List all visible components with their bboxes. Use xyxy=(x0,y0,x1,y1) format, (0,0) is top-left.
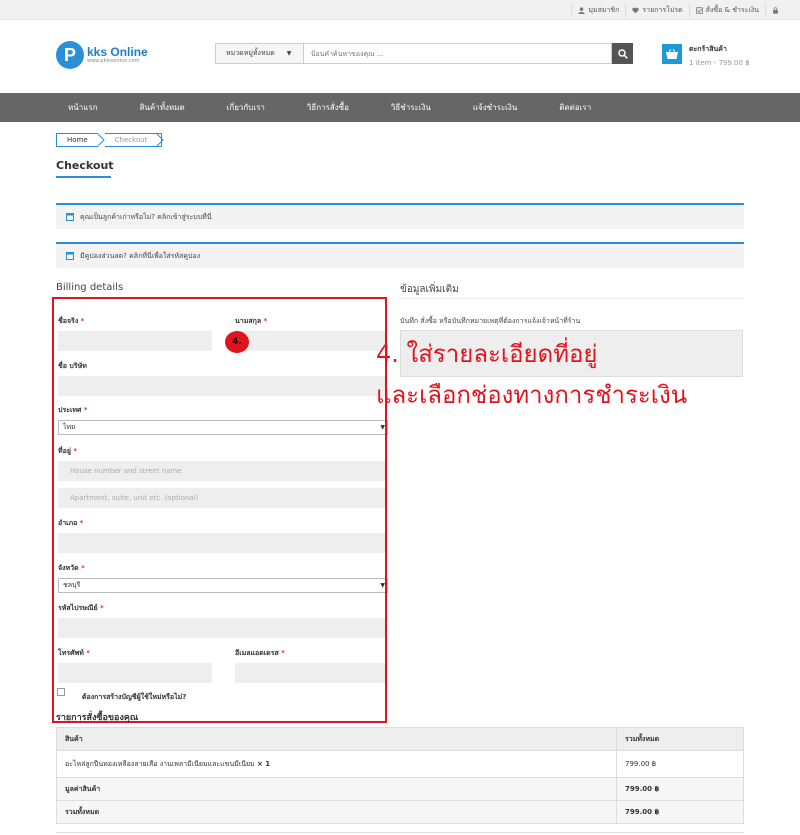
additional-divider xyxy=(400,298,744,299)
member-link-label: มุมสมาชิก xyxy=(588,5,620,14)
billing-heading: Billing details xyxy=(56,282,124,293)
order-heading: รายการสั่งซื้อของคุณ xyxy=(56,713,139,723)
total-label: รวมทั้งหมด xyxy=(56,800,617,824)
basket-icon xyxy=(666,48,678,59)
table-header-row: สินค้า รวมทั้งหมด xyxy=(56,727,744,751)
breadcrumb-arrow-end xyxy=(156,133,165,147)
heart-icon xyxy=(632,7,640,13)
logo-brand: kks Online xyxy=(87,45,148,59)
title-underline xyxy=(56,176,111,178)
nav-how-to-order[interactable]: วิธีการสั่งซื้อ xyxy=(307,101,349,114)
cart-button[interactable] xyxy=(662,44,682,64)
coupon-notice-text[interactable]: มีคูปองส่วนลด? คลิกที่นี่เพื่อใส่รหัสคูป… xyxy=(80,251,200,262)
breadcrumb: Home Checkout xyxy=(56,133,165,147)
table-row: มูลค่าสินค้า 799.00 ฿ xyxy=(56,777,744,801)
category-select[interactable]: หมวดหมู่ทั้งหมด ▼ xyxy=(215,43,304,64)
order-item-qty: × 1 xyxy=(256,759,271,768)
nav-all-products[interactable]: สินค้าทั้งหมด xyxy=(140,101,185,114)
main-nav: หน้าแรก สินค้าทั้งหมด เกี่ยวกับเรา วิธีก… xyxy=(0,93,800,122)
cart-title: ตะกร้าสินค้า xyxy=(689,45,727,53)
search-button[interactable] xyxy=(612,43,633,64)
checkbox-icon xyxy=(695,6,703,14)
table-row: อะไหล่ลูกปืนทองเหลืองลายเสือ งานเพลามีเน… xyxy=(56,750,744,778)
breadcrumb-current: Checkout xyxy=(104,133,163,147)
additional-heading: ข้อมูลเพิ่มเติม xyxy=(400,284,459,295)
search-icon xyxy=(617,48,628,59)
top-bar: มุมสมาชิก รายการโปรด สั่งซื้อ & ชำระเงิน xyxy=(0,0,800,20)
nav-contact[interactable]: ติดต่อเรา xyxy=(559,101,591,114)
site-logo[interactable]: P kks Online www.pkksonline.com xyxy=(56,41,148,69)
checkout-link[interactable]: สั่งซื้อ & ชำระเงิน xyxy=(688,3,765,17)
member-link[interactable]: มุมสมาชิก xyxy=(571,3,625,17)
annotation-line2: และเลือกช่องทางการชำระเงิน xyxy=(376,381,688,409)
window-icon xyxy=(66,252,74,260)
breadcrumb-arrow xyxy=(96,133,105,147)
site-header: P kks Online www.pkksonline.com หมวดหมู่… xyxy=(0,21,800,93)
checkout-link-label: สั่งซื้อ & ชำระเงิน xyxy=(705,5,759,14)
subtotal-label: มูลค่าสินค้า xyxy=(56,777,617,801)
col-total: รวมทั้งหมด xyxy=(616,727,744,751)
nav-about[interactable]: เกี่ยวกับเรา xyxy=(227,101,265,114)
order-item-price: 799.00 ฿ xyxy=(616,750,744,778)
logo-url: www.pkksonline.com xyxy=(87,58,140,64)
lock-icon xyxy=(773,6,778,14)
mini-cart[interactable]: ตะกร้าสินค้า 1 item - 799.00 ฿ xyxy=(662,44,750,67)
table-row: รวมทั้งหมด 799.00 ฿ xyxy=(56,800,744,824)
caret-down-icon: ▼ xyxy=(286,50,292,57)
logo-mark: P xyxy=(56,41,84,69)
coupon-notice[interactable]: มีคูปองส่วนลด? คลิกที่นี่เพื่อใส่รหัสคูป… xyxy=(56,242,744,268)
col-product: สินค้า xyxy=(56,727,617,751)
cart-summary: 1 item - 799.00 ฿ xyxy=(689,59,750,67)
wishlist-link[interactable]: รายการโปรด xyxy=(625,3,688,17)
nav-payment-methods[interactable]: วิธีชำระเงิน xyxy=(391,101,431,114)
nav-home[interactable]: หน้าแรก xyxy=(68,101,98,114)
order-review-table: สินค้า รวมทั้งหมด อะไหล่ลูกปืนทองเหลืองล… xyxy=(56,727,744,824)
total-value: 799.00 ฿ xyxy=(616,800,744,824)
nav-payment-notify[interactable]: แจ้งชำระเงิน xyxy=(473,101,517,114)
user-icon xyxy=(578,6,586,14)
breadcrumb-home[interactable]: Home xyxy=(56,133,98,147)
wishlist-link-label: รายการโปรด xyxy=(642,5,683,14)
subtotal-value: 799.00 ฿ xyxy=(616,777,744,801)
page-title: Checkout xyxy=(56,159,114,172)
login-notice[interactable]: คุณเป็นลูกค้าเก่าหรือไม่? คลิกเข้าสู่ระบ… xyxy=(56,203,744,229)
window-icon xyxy=(66,213,74,221)
annotation-line1: 4. ใส่รายละเอียดที่อยู่ xyxy=(376,340,598,368)
search-input[interactable] xyxy=(304,43,612,64)
order-item-cell: อะไหล่ลูกปืนทองเหลืองลายเสือ งานเพลามีเน… xyxy=(56,750,617,778)
category-select-label: หมวดหมู่ทั้งหมด xyxy=(226,49,275,57)
search-bar: หมวดหมู่ทั้งหมด ▼ xyxy=(215,43,633,64)
order-notes-label: บันทึก สั่งซื้อ หรือบันทึกหมายเหตุที่ต้อ… xyxy=(400,317,581,325)
top-links: มุมสมาชิก รายการโปรด สั่งซื้อ & ชำระเงิน xyxy=(571,0,788,20)
bottom-divider xyxy=(56,832,744,833)
highlight-box xyxy=(52,297,387,723)
login-link[interactable] xyxy=(765,3,788,17)
login-notice-text[interactable]: คุณเป็นลูกค้าเก่าหรือไม่? คลิกเข้าสู่ระบ… xyxy=(80,212,212,223)
step-badge: 4. xyxy=(225,331,249,353)
order-item-name: อะไหล่ลูกปืนทองเหลืองลายเสือ งานเพลามีเน… xyxy=(65,759,255,768)
